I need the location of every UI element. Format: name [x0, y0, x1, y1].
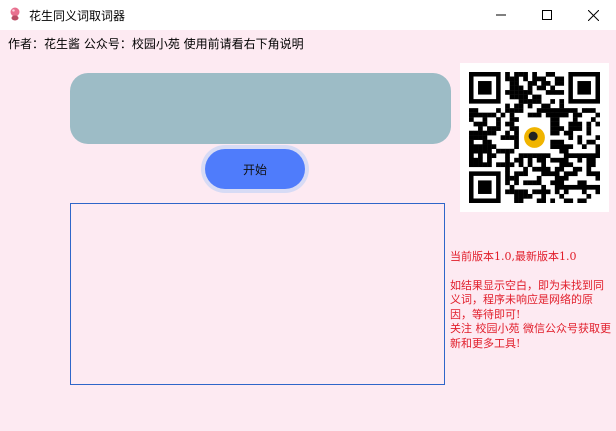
minimize-icon [496, 14, 506, 16]
notice-text-1: 如结果显示空白，即为未找到同义词，程序未响应是网络的原因，等待即可! [450, 278, 604, 321]
peanut-app-icon [10, 7, 20, 21]
maximize-icon [542, 10, 552, 20]
info-panel: 当前版本1.0,最新版本1.0 如结果显示空白，即为未找到同义词，程序未响应是网… [450, 250, 612, 351]
author-line: 作者：花生酱 公众号：校园小苑 使用前请看右下角说明 [8, 37, 304, 51]
minimize-button[interactable] [478, 0, 524, 30]
close-button[interactable] [570, 0, 616, 30]
start-button[interactable]: 开始 [205, 149, 305, 189]
start-button-focus-ring: 开始 [201, 145, 309, 193]
title-bar: 花生同义词取词器 [0, 0, 616, 30]
maximize-button[interactable] [524, 0, 570, 30]
qr-code-image [469, 72, 600, 203]
qr-code-frame [460, 63, 609, 212]
notice-text-2: 关注 校园小苑 微信公众号获取更新和更多工具! [450, 322, 611, 350]
version-text: 当前版本1.0,最新版本1.0 [450, 250, 577, 263]
result-output-box[interactable] [70, 203, 445, 385]
word-display-box [70, 73, 451, 144]
close-icon [587, 9, 599, 21]
window-title: 花生同义词取词器 [29, 9, 126, 23]
